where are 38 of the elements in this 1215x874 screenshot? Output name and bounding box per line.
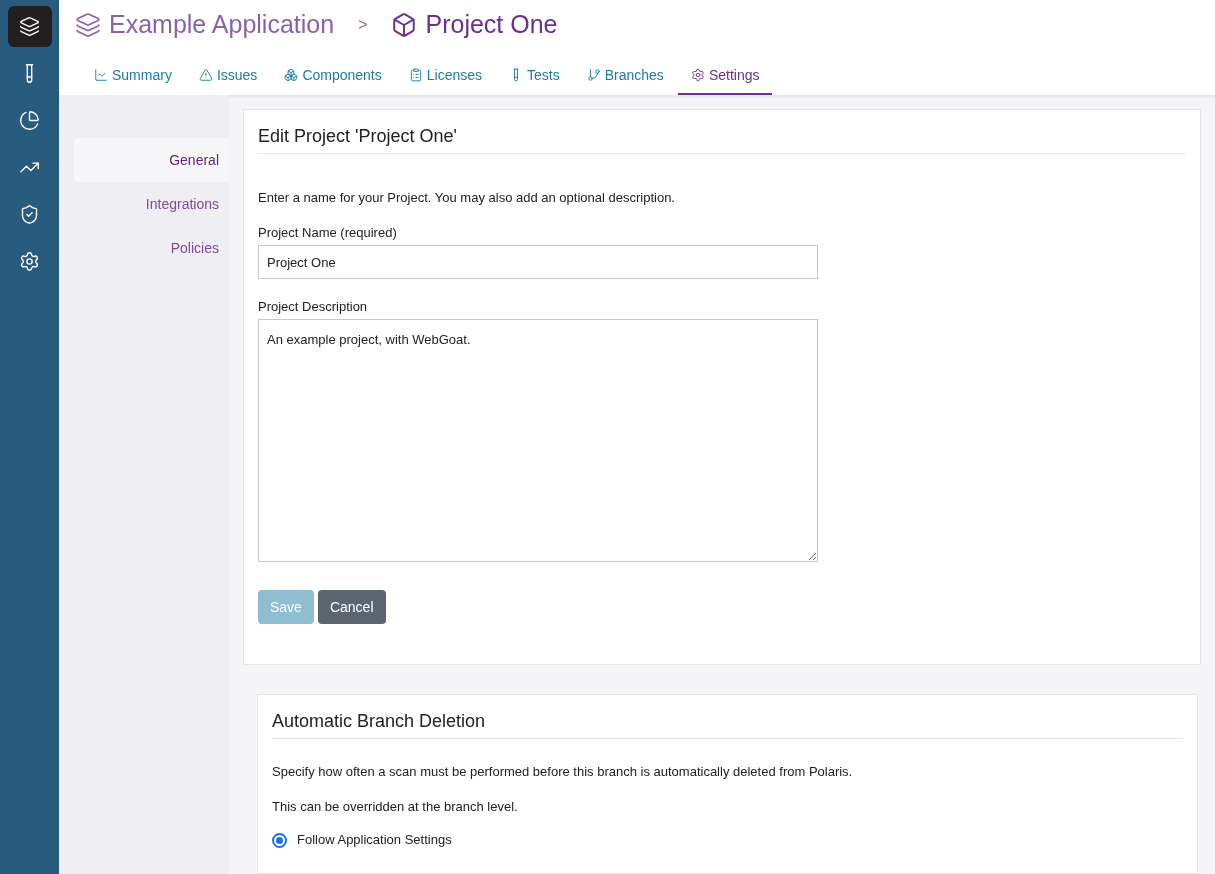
branch-icon — [586, 68, 601, 82]
tab[interactable]: Issues — [185, 57, 271, 95]
card-title: Automatic Branch Deletion — [272, 709, 1183, 739]
layers-icon — [75, 12, 101, 38]
paragraph: Specify how often a scan must be performed before this branch is automatically deleted from Polaris. — [272, 764, 854, 780]
radio-button[interactable] — [272, 832, 287, 848]
field-label: Project Description — [258, 299, 369, 315]
tab[interactable]: Tests — [496, 57, 573, 95]
settings-nav-item[interactable]: General — [74, 138, 229, 182]
settings-nav-item[interactable]: Policies — [74, 226, 229, 270]
breadcrumb-link[interactable]: Example Application — [109, 6, 335, 44]
boxes-icon — [284, 68, 299, 82]
breadcrumb-separator: > — [358, 15, 368, 35]
intro-text: Enter a name for your Project. You may also add an optional description. — [258, 190, 676, 206]
warning-icon — [198, 68, 213, 82]
pie-chart-icon — [19, 110, 40, 131]
field-label: Project Name (required) — [258, 225, 398, 241]
tab[interactable]: Licenses — [395, 57, 496, 95]
tab[interactable]: Components — [271, 57, 395, 95]
settings-icon — [690, 68, 705, 82]
clipboard-icon — [408, 68, 423, 82]
project-name-field[interactable]: Project One — [258, 245, 818, 279]
project-description-field[interactable]: An example project, with WebGoat. — [258, 319, 818, 562]
tab[interactable]: Settings — [677, 57, 773, 95]
tab[interactable]: Summary — [81, 57, 185, 95]
cancel-button[interactable]: Cancel — [317, 590, 386, 624]
breadcrumb-current: Project One — [425, 9, 558, 41]
card-title: Edit Project 'Project One' — [258, 124, 1186, 154]
cube-icon — [391, 12, 418, 38]
settings-icon — [19, 251, 40, 272]
layers-icon — [19, 16, 40, 37]
line-chart-icon — [94, 68, 108, 82]
settings-nav-item[interactable]: Integrations — [74, 182, 229, 226]
shield-icon — [19, 204, 40, 225]
paragraph: This can be overridden at the branch level. — [272, 799, 519, 815]
tab[interactable]: Branches — [573, 57, 677, 95]
radio-label: Follow Application Settings — [297, 832, 452, 848]
sidebar-button[interactable] — [7, 6, 52, 47]
